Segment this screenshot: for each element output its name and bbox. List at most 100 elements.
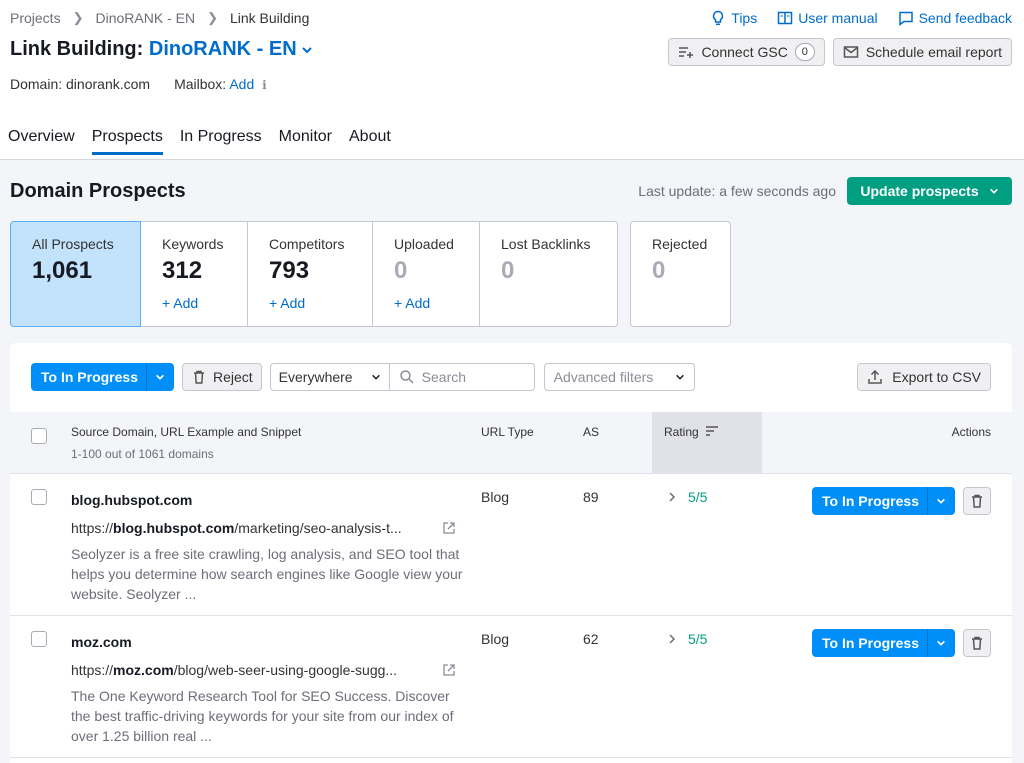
list-add-icon [679, 47, 694, 58]
competitors-add-link[interactable]: + Add [269, 295, 372, 311]
tab-monitor[interactable]: Monitor [279, 128, 332, 155]
trash-icon [193, 370, 204, 384]
card-lost-backlinks[interactable]: Lost Backlinks 0 [480, 221, 618, 327]
chevron-down-icon [675, 374, 684, 380]
external-link-icon[interactable] [442, 663, 456, 677]
row-as: 62 [583, 631, 599, 647]
row-to-in-progress-button[interactable]: To In Progress [812, 629, 955, 657]
trash-icon [971, 494, 982, 508]
update-prospects-button[interactable]: Update prospects [847, 177, 1012, 205]
envelope-icon [843, 46, 859, 58]
tips-link[interactable]: Tips [710, 10, 757, 26]
row-domain[interactable]: blog.hubspot.com [71, 492, 192, 508]
select-all-checkbox[interactable] [31, 428, 47, 444]
table-row: blog.hubspot.com https://blog.hubspot.co… [10, 474, 1012, 616]
prospect-category-cards: All Prospects 1,061 Keywords 312 + Add C… [10, 221, 731, 327]
chevron-down-icon[interactable] [301, 44, 313, 56]
row-domain[interactable]: moz.com [71, 634, 132, 650]
row-rating[interactable]: 5/5 [668, 489, 707, 505]
row-actions: To In Progress [812, 487, 991, 515]
card-rejected[interactable]: Rejected 0 [630, 221, 731, 327]
card-all-prospects[interactable]: All Prospects 1,061 [10, 221, 141, 327]
chevron-right-icon [669, 492, 676, 502]
row-reject-button[interactable] [962, 629, 991, 657]
chevron-right-icon [669, 634, 676, 644]
sort-icon [705, 426, 718, 436]
chevron-down-icon[interactable] [926, 487, 955, 515]
row-as: 89 [583, 489, 599, 505]
search-input[interactable]: Search [389, 363, 535, 391]
row-snippet: The One Keyword Research Tool for SEO Su… [71, 688, 454, 744]
card-keywords[interactable]: Keywords 312 + Add [141, 221, 248, 327]
domain-line: Domain: dinorank.com Mailbox: Add ℹ [10, 76, 267, 92]
card-competitors[interactable]: Competitors 793 + Add [248, 221, 373, 327]
breadcrumb-project[interactable]: DinoRANK - EN [95, 10, 195, 26]
section-title: Domain Prospects [10, 180, 186, 202]
to-in-progress-button[interactable]: To In Progress [31, 363, 174, 391]
top-links: Tips User manual Send feedback [710, 10, 1012, 26]
mailbox-add-link[interactable]: Add [229, 76, 254, 92]
tab-in-progress[interactable]: In Progress [180, 128, 262, 155]
breadcrumb-projects[interactable]: Projects [10, 10, 61, 26]
tab-about[interactable]: About [349, 128, 391, 155]
last-update-text: Last update: a few seconds ago [638, 183, 836, 199]
row-url-type: Blog [481, 631, 510, 647]
chevron-down-icon [371, 374, 380, 380]
chevron-down-icon[interactable] [926, 629, 955, 657]
rating-column-highlight [652, 412, 762, 474]
book-icon [777, 11, 793, 25]
row-checkbox[interactable] [31, 631, 47, 647]
connect-gsc-button[interactable]: Connect GSC 0 [668, 38, 825, 66]
chevron-down-icon[interactable] [145, 363, 174, 391]
chevron-down-icon [989, 188, 998, 194]
col-source: Source Domain, URL Example and Snippet 1… [71, 425, 302, 461]
uploaded-add-link[interactable]: + Add [394, 295, 479, 311]
col-actions: Actions [951, 425, 991, 439]
row-reject-button[interactable] [962, 487, 991, 515]
tab-overview[interactable]: Overview [8, 128, 75, 155]
advanced-filters-select[interactable]: Advanced filters [543, 363, 695, 391]
upload-icon [868, 369, 883, 384]
table-header: Source Domain, URL Example and Snippet 1… [10, 412, 1012, 474]
send-feedback-link[interactable]: Send feedback [898, 10, 1012, 26]
scope-select[interactable]: Everywhere [269, 363, 390, 391]
page-title: Link Building: DinoRANK - EN [10, 38, 313, 61]
row-url[interactable]: https://blog.hubspot.com/marketing/seo-a… [71, 520, 461, 536]
reject-button[interactable]: Reject [181, 363, 262, 391]
mailbox-field: Mailbox: Add ℹ [174, 76, 267, 92]
project-switcher[interactable]: DinoRANK - EN [149, 38, 297, 60]
row-snippet: Seolyzer is a free site crawling, log an… [71, 546, 463, 602]
info-icon[interactable]: ℹ [262, 78, 267, 92]
breadcrumb-current: Link Building [229, 10, 310, 26]
table-row: moz.com https://moz.com/blog/web-seer-us… [10, 616, 1012, 758]
row-to-in-progress-button[interactable]: To In Progress [812, 487, 955, 515]
tabs: Overview Prospects In Progress Monitor A… [8, 128, 391, 155]
row-checkbox[interactable] [31, 489, 47, 505]
header-buttons: Connect GSC 0 Schedule email report [668, 38, 1012, 66]
chevron-right-icon: ❯ [72, 10, 84, 25]
schedule-email-report-button[interactable]: Schedule email report [832, 38, 1012, 66]
row-rating[interactable]: 5/5 [668, 631, 707, 647]
breadcrumb: Projects ❯ DinoRANK - EN ❯ Link Building [10, 10, 309, 26]
domain-label: Domain: dinorank.com [10, 76, 151, 92]
row-url-type: Blog [481, 489, 510, 505]
keywords-add-link[interactable]: + Add [162, 295, 247, 311]
export-csv-button[interactable]: Export to CSV [857, 363, 991, 391]
lightbulb-icon [713, 10, 724, 26]
row-url[interactable]: https://moz.com/blog/web-seer-using-goog… [71, 662, 461, 678]
title-prefix: Link Building: [10, 38, 149, 60]
card-uploaded[interactable]: Uploaded 0 + Add [373, 221, 480, 327]
message-icon [898, 11, 913, 26]
prospects-panel: To In Progress Reject Everywhere Search … [10, 343, 1012, 763]
tab-prospects[interactable]: Prospects [91, 128, 163, 155]
col-rating[interactable]: Rating [664, 425, 719, 439]
row-actions: To In Progress [812, 629, 991, 657]
col-url-type[interactable]: URL Type [481, 425, 534, 439]
col-as[interactable]: AS [583, 425, 599, 439]
header-area: Projects ❯ DinoRANK - EN ❯ Link Building… [0, 0, 1024, 160]
trash-icon [971, 636, 982, 650]
user-manual-link[interactable]: User manual [777, 10, 878, 26]
chevron-right-icon: ❯ [207, 10, 218, 25]
search-icon [399, 370, 414, 384]
external-link-icon[interactable] [442, 521, 456, 535]
